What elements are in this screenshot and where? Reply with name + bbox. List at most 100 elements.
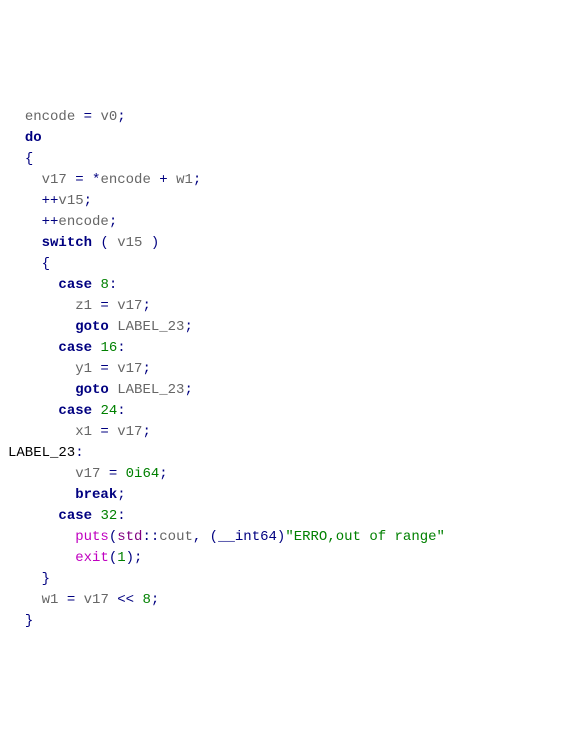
operator: = (92, 298, 117, 314)
keyword: break (75, 487, 117, 503)
punct: ; (184, 382, 192, 398)
identifier: v17 (84, 592, 109, 608)
punct: ( (109, 529, 117, 545)
code-line: } (8, 571, 50, 587)
punct: ; (117, 487, 125, 503)
keyword: case (58, 403, 92, 419)
code-line: v17 = *encode + w1; (8, 172, 201, 188)
operator: = (100, 466, 125, 482)
code-line: switch ( v15 ) (8, 235, 159, 251)
label-ref: LABEL_23 (117, 382, 184, 398)
punct: : (117, 340, 125, 356)
keyword: case (58, 340, 92, 356)
identifier: v0 (100, 109, 117, 125)
identifier: y1 (75, 361, 92, 377)
punct: ; (142, 424, 150, 440)
code-line: y1 = v17; (8, 361, 151, 377)
operator: + (151, 172, 176, 188)
type: __int64 (218, 529, 277, 545)
operator: = (75, 109, 100, 125)
code-line: goto LABEL_23; (8, 382, 193, 398)
punct: : (75, 445, 83, 461)
punct: : (117, 508, 125, 524)
code-line: } (8, 613, 33, 629)
punct: ; (184, 319, 192, 335)
number: 8 (100, 277, 108, 293)
code-line: goto LABEL_23; (8, 319, 193, 335)
code-line: ++v15; (8, 193, 92, 209)
code-line: puts(std::cout, (__int64)"ERRO,out of ra… (8, 529, 445, 545)
punct: ; (84, 193, 92, 209)
code-line: v17 = 0i64; (8, 466, 168, 482)
string-literal: "ERRO,out of range" (285, 529, 445, 545)
keyword: case (58, 277, 92, 293)
punct: ( (92, 235, 117, 251)
code-line: w1 = v17 << 8; (8, 592, 159, 608)
code-line: { (8, 151, 33, 167)
identifier: encode (100, 172, 150, 188)
operator: = * (67, 172, 101, 188)
code-line: { (8, 256, 50, 272)
code-line: x1 = v17; (8, 424, 151, 440)
keyword: case (58, 508, 92, 524)
punct: ; (142, 361, 150, 377)
number: 32 (100, 508, 117, 524)
keyword: goto (75, 382, 109, 398)
number: 16 (100, 340, 117, 356)
keyword: switch (42, 235, 92, 251)
identifier: cout (159, 529, 193, 545)
code-line: break; (8, 487, 126, 503)
code-line: z1 = v17; (8, 298, 151, 314)
operator: ++ (42, 214, 59, 230)
punct: ) (142, 235, 159, 251)
brace: } (25, 613, 33, 629)
operator: ++ (42, 193, 59, 209)
punct: ); (126, 550, 143, 566)
identifier: v15 (117, 235, 142, 251)
punct: : (117, 403, 125, 419)
code-line: exit(1); (8, 550, 142, 566)
punct: ( (109, 550, 117, 566)
identifier: encode (25, 109, 75, 125)
code-line: case 16: (8, 340, 126, 356)
punct: ; (117, 109, 125, 125)
label-def: LABEL_23 (8, 445, 75, 461)
punct: ; (151, 592, 159, 608)
punct: : (109, 277, 117, 293)
identifier: z1 (75, 298, 92, 314)
keyword: do (25, 130, 42, 146)
code-line: case 8: (8, 277, 117, 293)
code-line: case 32: (8, 508, 126, 524)
operator: = (58, 592, 83, 608)
operator: :: (142, 529, 159, 545)
number: 1 (117, 550, 125, 566)
identifier: v15 (58, 193, 83, 209)
keyword: goto (75, 319, 109, 335)
brace: { (25, 151, 33, 167)
function-call: exit (75, 550, 109, 566)
identifier: w1 (176, 172, 193, 188)
brace: } (42, 571, 50, 587)
punct: ; (142, 298, 150, 314)
code-line: case 24: (8, 403, 126, 419)
punct: ; (159, 466, 167, 482)
code-line: do (8, 130, 42, 146)
code-editor[interactable]: encode = v0; do { v17 = *encode + w1; ++… (0, 84, 578, 634)
identifier: encode (58, 214, 108, 230)
operator: = (92, 424, 117, 440)
identifier: v17 (42, 172, 67, 188)
code-line: ++encode; (8, 214, 117, 230)
number: 8 (142, 592, 150, 608)
number: 24 (100, 403, 117, 419)
label-ref: LABEL_23 (117, 319, 184, 335)
identifier: x1 (75, 424, 92, 440)
punct: ; (193, 172, 201, 188)
operator: << (109, 592, 143, 608)
punct: ; (109, 214, 117, 230)
namespace: std (117, 529, 142, 545)
identifier: v17 (117, 424, 142, 440)
operator: = (92, 361, 117, 377)
number: 0i64 (126, 466, 160, 482)
identifier: v17 (117, 361, 142, 377)
function-call: puts (75, 529, 109, 545)
